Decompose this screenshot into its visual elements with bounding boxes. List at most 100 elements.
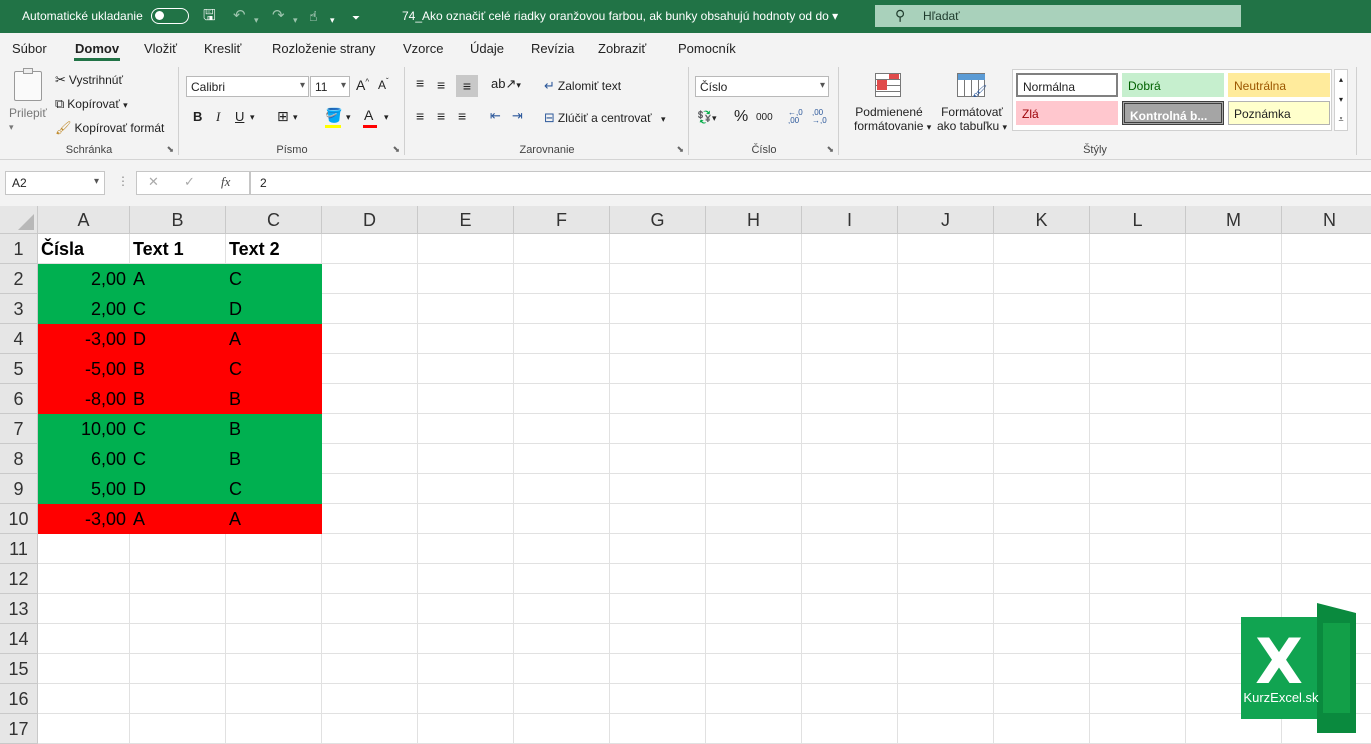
cell-i12[interactable]: [802, 564, 898, 594]
scroll-down-icon[interactable]: ▾: [1335, 90, 1347, 110]
cell-g15[interactable]: [610, 654, 706, 684]
cell-j7[interactable]: [898, 414, 994, 444]
cell-a6[interactable]: -8,00: [38, 384, 130, 414]
cell-k12[interactable]: [994, 564, 1090, 594]
column-header-g[interactable]: G: [610, 206, 706, 234]
cell-e16[interactable]: [418, 684, 514, 714]
cell-d2[interactable]: [322, 264, 418, 294]
cell-g9[interactable]: [610, 474, 706, 504]
row-header-15[interactable]: 15: [0, 654, 38, 684]
cell-l7[interactable]: [1090, 414, 1186, 444]
cell-l17[interactable]: [1090, 714, 1186, 744]
cell-b17[interactable]: [130, 714, 226, 744]
cell-h13[interactable]: [706, 594, 802, 624]
font-color-dropdown-icon[interactable]: ▾: [384, 112, 389, 123]
font-name-select[interactable]: Calibri ▾: [186, 76, 309, 97]
scroll-up-icon[interactable]: ▴: [1335, 70, 1347, 90]
cell-l3[interactable]: [1090, 294, 1186, 324]
cell-h5[interactable]: [706, 354, 802, 384]
tab-draw[interactable]: Kresliť: [204, 41, 241, 56]
cell-l5[interactable]: [1090, 354, 1186, 384]
style-note[interactable]: Poznámka: [1228, 101, 1330, 125]
font-launcher-icon[interactable]: ⬊: [392, 144, 400, 155]
cell-a7[interactable]: 10,00: [38, 414, 130, 444]
cell-c11[interactable]: [226, 534, 322, 564]
column-header-j[interactable]: J: [898, 206, 994, 234]
cell-g4[interactable]: [610, 324, 706, 354]
cell-c1[interactable]: Text 2: [226, 234, 322, 264]
format-painter-button[interactable]: 🖌 Kopírovať formát: [55, 120, 164, 136]
cell-b11[interactable]: [130, 534, 226, 564]
cell-i15[interactable]: [802, 654, 898, 684]
cell-l9[interactable]: [1090, 474, 1186, 504]
cell-d11[interactable]: [322, 534, 418, 564]
number-launcher-icon[interactable]: ⬊: [826, 144, 834, 155]
cell-b8[interactable]: C: [130, 444, 226, 474]
align-left-icon[interactable]: ≡: [416, 108, 424, 124]
cell-a12[interactable]: [38, 564, 130, 594]
cell-c8[interactable]: B: [226, 444, 322, 474]
column-header-c[interactable]: C: [226, 206, 322, 234]
cell-l14[interactable]: [1090, 624, 1186, 654]
cell-n7[interactable]: [1282, 414, 1371, 444]
cell-k10[interactable]: [994, 504, 1090, 534]
cell-l11[interactable]: [1090, 534, 1186, 564]
cell-n6[interactable]: [1282, 384, 1371, 414]
tab-page-layout[interactable]: Rozloženie strany: [272, 41, 375, 56]
cell-e6[interactable]: [418, 384, 514, 414]
cell-b12[interactable]: [130, 564, 226, 594]
cell-j12[interactable]: [898, 564, 994, 594]
cell-n1[interactable]: [1282, 234, 1371, 264]
cell-c15[interactable]: [226, 654, 322, 684]
cell-c6[interactable]: B: [226, 384, 322, 414]
cell-g13[interactable]: [610, 594, 706, 624]
document-title[interactable]: 74_Ako označiť celé riadky oranžovou far…: [402, 9, 838, 23]
cell-k17[interactable]: [994, 714, 1090, 744]
column-header-f[interactable]: F: [514, 206, 610, 234]
cell-i14[interactable]: [802, 624, 898, 654]
tab-data[interactable]: Údaje: [470, 41, 504, 56]
cell-j9[interactable]: [898, 474, 994, 504]
cell-j10[interactable]: [898, 504, 994, 534]
cell-j17[interactable]: [898, 714, 994, 744]
cell-g17[interactable]: [610, 714, 706, 744]
cell-l8[interactable]: [1090, 444, 1186, 474]
cell-e8[interactable]: [418, 444, 514, 474]
column-header-d[interactable]: D: [322, 206, 418, 234]
row-header-10[interactable]: 10: [0, 504, 38, 534]
cell-g12[interactable]: [610, 564, 706, 594]
style-bad[interactable]: Zlá: [1016, 101, 1118, 125]
cell-b9[interactable]: D: [130, 474, 226, 504]
cell-e13[interactable]: [418, 594, 514, 624]
cell-m8[interactable]: [1186, 444, 1282, 474]
cell-f1[interactable]: [514, 234, 610, 264]
column-header-m[interactable]: M: [1186, 206, 1282, 234]
tab-view[interactable]: Zobraziť: [598, 41, 646, 56]
cell-a5[interactable]: -5,00: [38, 354, 130, 384]
cell-b14[interactable]: [130, 624, 226, 654]
cell-n3[interactable]: [1282, 294, 1371, 324]
cell-e5[interactable]: [418, 354, 514, 384]
underline-button[interactable]: U: [235, 109, 244, 124]
cell-g5[interactable]: [610, 354, 706, 384]
cell-f11[interactable]: [514, 534, 610, 564]
cell-k13[interactable]: [994, 594, 1090, 624]
cell-c12[interactable]: [226, 564, 322, 594]
undo-dropdown-icon[interactable]: ▾: [254, 11, 259, 29]
cell-a17[interactable]: [38, 714, 130, 744]
cell-m6[interactable]: [1186, 384, 1282, 414]
cell-e7[interactable]: [418, 414, 514, 444]
paste-dropdown-icon[interactable]: ▾: [9, 122, 14, 133]
cell-m3[interactable]: [1186, 294, 1282, 324]
cell-k7[interactable]: [994, 414, 1090, 444]
row-header-12[interactable]: 12: [0, 564, 38, 594]
cell-n9[interactable]: [1282, 474, 1371, 504]
cell-c17[interactable]: [226, 714, 322, 744]
column-header-i[interactable]: I: [802, 206, 898, 234]
cell-f12[interactable]: [514, 564, 610, 594]
cell-h1[interactable]: [706, 234, 802, 264]
cell-d13[interactable]: [322, 594, 418, 624]
cell-i16[interactable]: [802, 684, 898, 714]
cell-l1[interactable]: [1090, 234, 1186, 264]
cell-g16[interactable]: [610, 684, 706, 714]
